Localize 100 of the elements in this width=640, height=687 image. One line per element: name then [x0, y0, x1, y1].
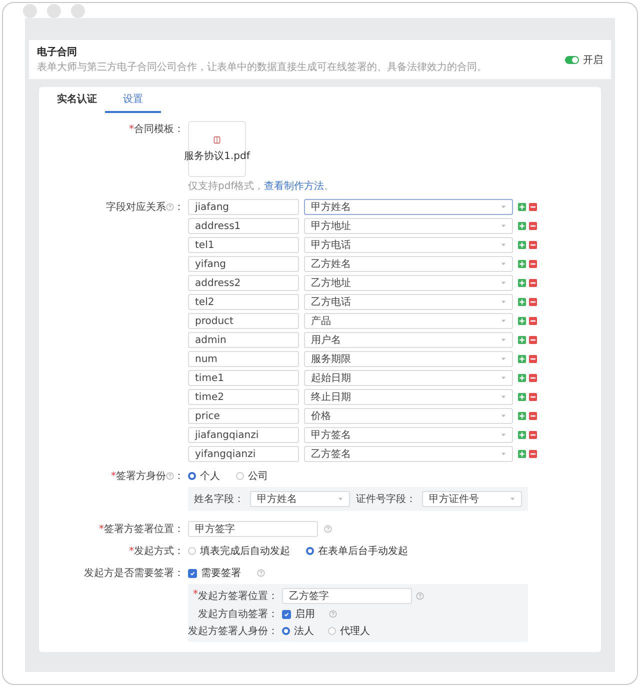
- field-select[interactable]: 产品: [304, 313, 513, 329]
- field-select[interactable]: 服务期限: [304, 351, 513, 367]
- window-dot[interactable]: [47, 4, 61, 18]
- field-select[interactable]: 甲方电话: [304, 237, 513, 253]
- field-name-input[interactable]: time2: [188, 389, 299, 405]
- field-select[interactable]: 终止日期: [304, 389, 513, 405]
- add-icon[interactable]: [518, 393, 526, 401]
- checkbox-label: 启用: [295, 608, 315, 621]
- checkbox-label: 需要签署: [201, 566, 241, 580]
- field-select[interactable]: 甲方姓名: [304, 199, 513, 215]
- field-select[interactable]: 甲方地址: [304, 218, 513, 234]
- add-icon[interactable]: [518, 298, 526, 306]
- remove-icon[interactable]: [529, 450, 537, 458]
- required-mark: *: [129, 546, 134, 556]
- help-icon[interactable]: [166, 203, 174, 211]
- radio-button[interactable]: [306, 547, 314, 555]
- field-name-input[interactable]: tel2: [188, 294, 299, 310]
- name-field-select[interactable]: 甲方姓名: [250, 491, 350, 507]
- add-icon[interactable]: [518, 203, 526, 211]
- required-mark: *: [111, 470, 116, 482]
- remove-icon[interactable]: [529, 260, 537, 268]
- field-name-input[interactable]: num: [188, 351, 299, 367]
- field-name-input[interactable]: tel1: [188, 237, 299, 253]
- add-icon[interactable]: [518, 279, 526, 287]
- remove-icon[interactable]: [529, 203, 537, 211]
- id-field-select[interactable]: 甲方证件号: [422, 491, 522, 507]
- add-icon[interactable]: [518, 260, 526, 268]
- initiator-position-input[interactable]: 乙方签字: [282, 588, 412, 604]
- checkbox[interactable]: [282, 610, 291, 618]
- remove-icon[interactable]: [529, 393, 537, 401]
- field-select[interactable]: 乙方地址: [304, 275, 513, 291]
- field-name-input[interactable]: product: [188, 313, 299, 329]
- remove-icon[interactable]: [529, 355, 537, 363]
- tab[interactable]: 设置: [105, 87, 161, 113]
- sign-position-input[interactable]: 甲方签字: [188, 521, 318, 537]
- field-name-input[interactable]: jiafangqianzi: [188, 427, 299, 443]
- caret-icon: [501, 262, 506, 266]
- option-label: 公司: [248, 470, 268, 483]
- help-icon[interactable]: [416, 592, 424, 600]
- field-label: 发起方签署位置：: [198, 590, 278, 603]
- field-name-input[interactable]: admin: [188, 332, 299, 348]
- field-select[interactable]: 用户名: [304, 332, 513, 348]
- remove-icon[interactable]: [529, 336, 537, 344]
- field-name-input[interactable]: jiafang: [188, 199, 299, 215]
- window-dot[interactable]: [23, 4, 37, 18]
- remove-icon[interactable]: [529, 241, 537, 249]
- add-icon[interactable]: [518, 374, 526, 382]
- option-label: 代理人: [340, 625, 370, 638]
- add-icon[interactable]: [518, 431, 526, 439]
- radio-button[interactable]: [188, 547, 196, 555]
- toggle-switch[interactable]: [565, 56, 579, 64]
- window-dot[interactable]: [71, 4, 85, 18]
- field-select[interactable]: 乙方姓名: [304, 256, 513, 272]
- caret-icon: [501, 319, 506, 323]
- remove-icon[interactable]: [529, 222, 537, 230]
- option-label: 填表完成后自动发起: [200, 544, 290, 558]
- add-icon[interactable]: [518, 241, 526, 249]
- caret-icon: [501, 414, 506, 418]
- field-name-input[interactable]: address2: [188, 275, 299, 291]
- remove-icon[interactable]: [529, 317, 537, 325]
- file-icon: [213, 136, 221, 144]
- add-icon[interactable]: [518, 412, 526, 420]
- tab[interactable]: 实名认证: [49, 87, 105, 113]
- field-name-input[interactable]: yifangqianzi: [188, 446, 299, 462]
- add-icon[interactable]: [518, 450, 526, 458]
- field-select[interactable]: 甲方签名: [304, 427, 513, 443]
- help-icon[interactable]: [166, 472, 174, 480]
- field-select[interactable]: 起始日期: [304, 370, 513, 386]
- field-label: 签署方身份: [116, 470, 166, 483]
- field-name-input[interactable]: time1: [188, 370, 299, 386]
- field-name-input[interactable]: address1: [188, 218, 299, 234]
- required-mark: *: [129, 124, 134, 134]
- field-name-input[interactable]: yifang: [188, 256, 299, 272]
- remove-icon[interactable]: [529, 298, 537, 306]
- add-icon[interactable]: [518, 336, 526, 344]
- help-icon[interactable]: [329, 610, 337, 618]
- radio-button[interactable]: [282, 627, 290, 635]
- help-link[interactable]: 查看制作方法: [264, 181, 324, 192]
- field-select[interactable]: 乙方签名: [304, 446, 513, 462]
- radio-button[interactable]: [188, 472, 196, 480]
- add-icon[interactable]: [518, 222, 526, 230]
- field-label: 发起方式：: [134, 544, 184, 558]
- caret-icon: [501, 224, 506, 228]
- radio-button[interactable]: [328, 627, 336, 635]
- caret-icon: [501, 338, 506, 342]
- remove-icon[interactable]: [529, 412, 537, 420]
- field-select[interactable]: 乙方电话: [304, 294, 513, 310]
- radio-button[interactable]: [236, 472, 244, 480]
- required-mark: *: [99, 524, 104, 534]
- caret-icon: [501, 376, 506, 380]
- add-icon[interactable]: [518, 317, 526, 325]
- help-icon[interactable]: [257, 569, 265, 577]
- remove-icon[interactable]: [529, 374, 537, 382]
- add-icon[interactable]: [518, 355, 526, 363]
- remove-icon[interactable]: [529, 279, 537, 287]
- field-select[interactable]: 价格: [304, 408, 513, 424]
- help-icon[interactable]: [324, 525, 332, 533]
- checkbox[interactable]: [188, 568, 197, 578]
- field-name-input[interactable]: price: [188, 408, 299, 424]
- remove-icon[interactable]: [529, 431, 537, 439]
